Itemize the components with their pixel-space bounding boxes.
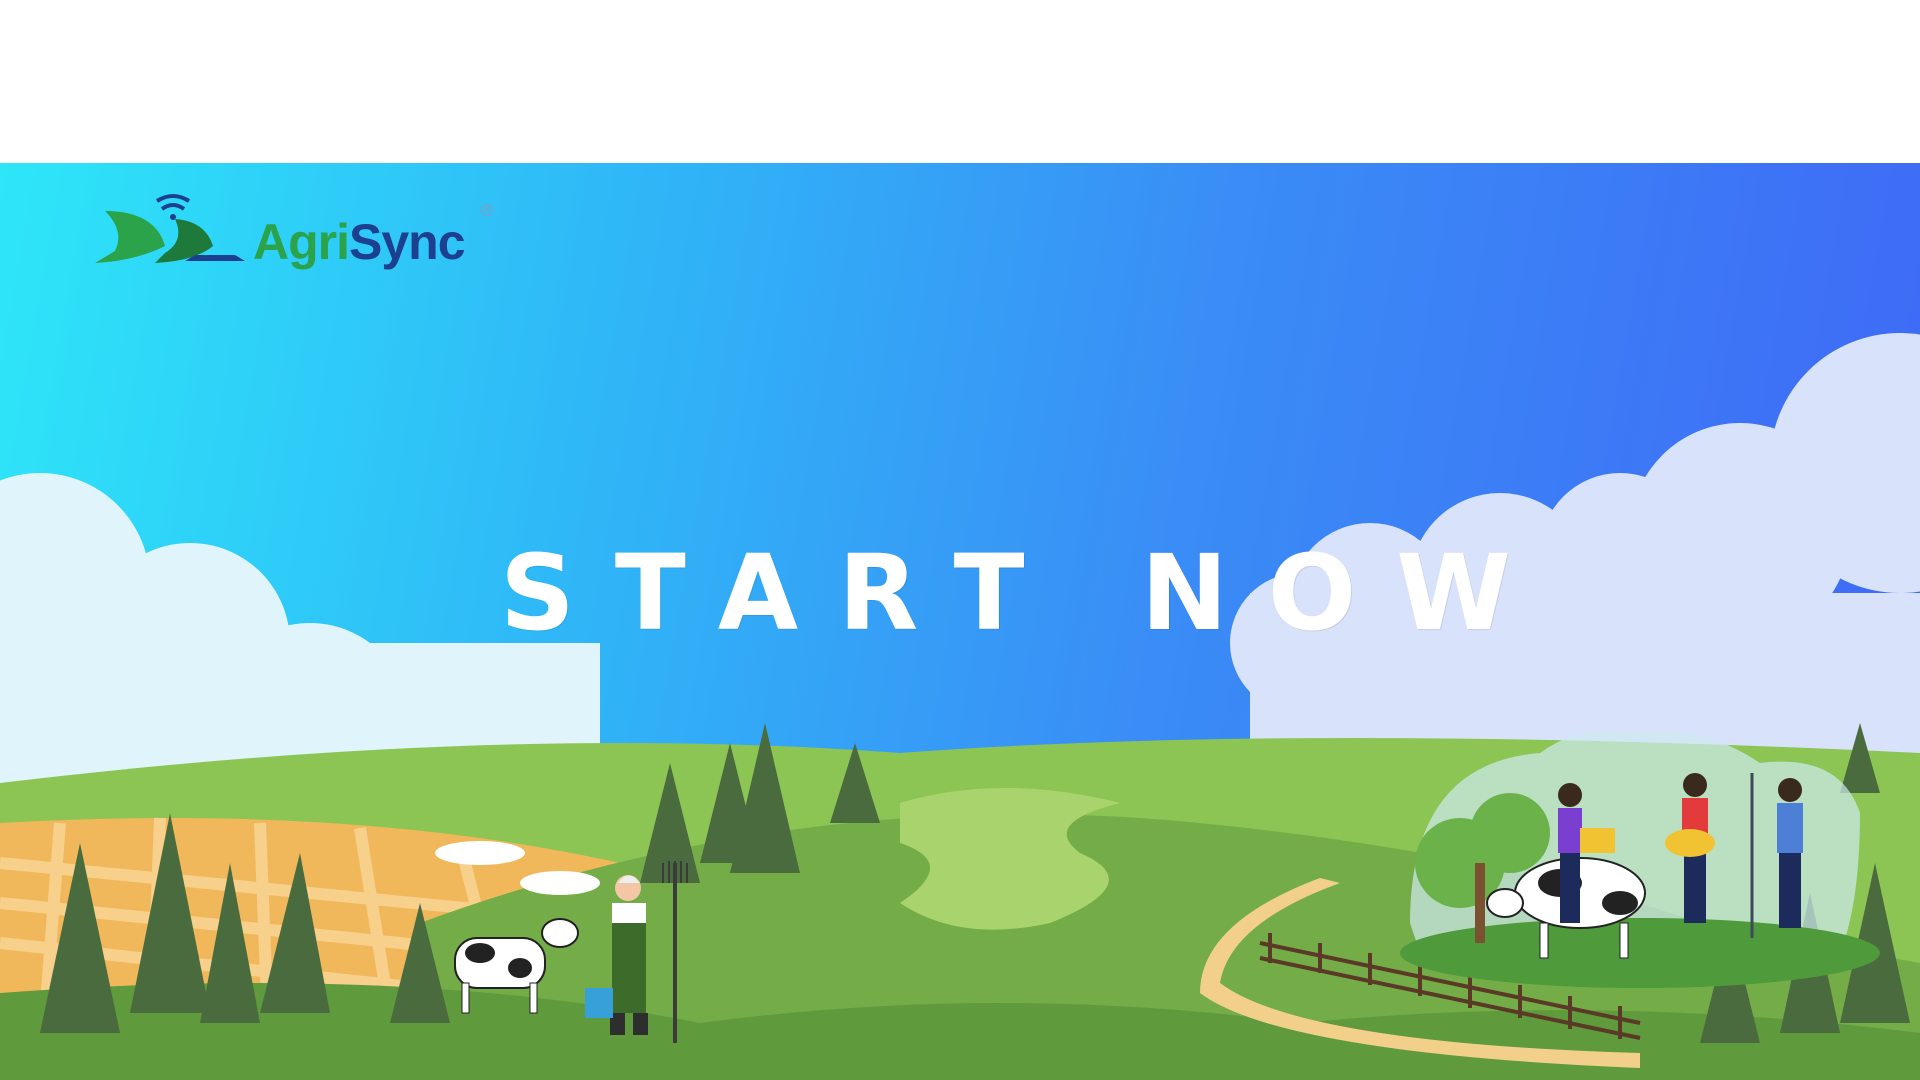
dome-ground (1400, 918, 1880, 988)
top-blank-bar (0, 0, 1920, 163)
hero-banner: AgriSync ® START NOW (0, 163, 1920, 1080)
brand-name-part2: Sync (349, 214, 466, 270)
registered-mark: ® (481, 204, 493, 216)
start-now-button[interactable]: START NOW (500, 541, 1511, 645)
leaf-wifi-icon (95, 194, 245, 263)
agrisync-logo[interactable]: AgriSync ® (95, 191, 515, 286)
brand-name-part1: Agri (253, 214, 350, 270)
brand-name: AgriSync (253, 213, 466, 271)
